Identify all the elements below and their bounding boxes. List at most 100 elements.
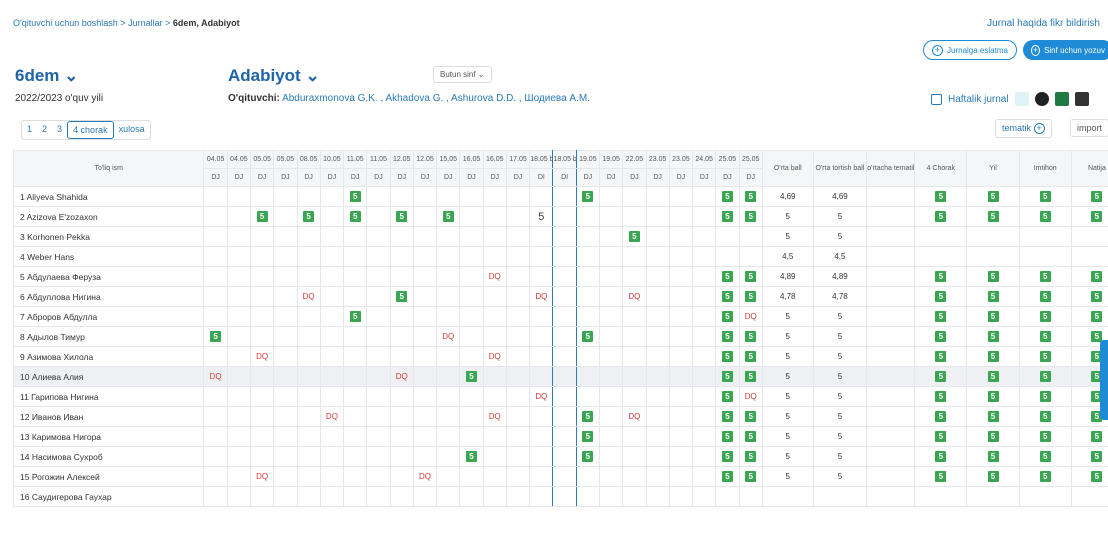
grade-cell[interactable] [668,346,694,367]
student-name[interactable]: 2 Azizova E'zozaxon [12,206,205,227]
grade-cell[interactable]: DQ [482,266,507,287]
grade-cell[interactable] [203,426,228,447]
grade-cell[interactable] [459,426,484,447]
grade-cell[interactable] [622,386,647,407]
grade-cell[interactable] [645,346,670,367]
grade-cell[interactable] [598,226,624,247]
grade-cell[interactable] [203,346,228,367]
grade-cell[interactable] [273,366,298,387]
grade-cell[interactable]: 5 [343,306,368,327]
grade-cell[interactable] [319,346,345,367]
final-cell[interactable] [914,246,968,267]
grade-cell[interactable] [203,246,228,267]
final-cell[interactable]: 5 [914,446,968,467]
grade-cell[interactable] [505,426,531,447]
group-select[interactable]: Butun sinf ⌄ [433,66,492,83]
grade-cell[interactable] [249,286,275,307]
grade-cell[interactable] [459,246,484,267]
grade-cell[interactable] [249,446,275,467]
grade-cell[interactable] [529,486,554,507]
grade-cell[interactable] [482,286,507,307]
grade-cell[interactable] [692,266,717,287]
grade-cell[interactable] [645,206,670,227]
final-cell[interactable]: 5 [1018,326,1072,347]
grade-cell[interactable] [436,266,461,287]
grade-cell[interactable] [319,206,345,227]
grade-cell[interactable] [575,346,600,367]
grade-cell[interactable]: 5 [715,286,740,307]
date-header[interactable]: 08.05 [296,150,321,169]
grade-cell[interactable]: 5 [575,426,600,447]
grade-cell[interactable] [529,446,554,467]
grade-cell[interactable] [389,226,414,247]
grade-cell[interactable] [319,186,345,207]
grade-cell[interactable] [436,406,461,427]
grade-cell[interactable] [249,306,275,327]
grade-cell[interactable]: DQ [436,326,461,347]
final-cell[interactable]: 5 [1018,286,1072,307]
grade-cell[interactable] [319,466,345,487]
grade-cell[interactable]: DQ [249,466,275,487]
grade-cell[interactable] [366,446,391,467]
grade-cell[interactable] [366,426,391,447]
grade-cell[interactable] [389,486,414,507]
grade-cell[interactable] [366,406,391,427]
grade-cell[interactable] [436,226,461,247]
grade-cell[interactable] [645,406,670,427]
grade-cell[interactable] [319,446,345,467]
grade-cell[interactable] [692,406,717,427]
grade-cell[interactable] [296,326,321,347]
grade-cell[interactable]: 5 [203,326,228,347]
grade-cell[interactable] [203,306,228,327]
date-header[interactable]: 16.05 [482,150,507,169]
final-cell[interactable]: 5 [1070,286,1108,307]
grade-cell[interactable] [622,446,647,467]
grade-cell[interactable] [575,206,600,227]
tematik-button[interactable]: tematik + [995,119,1052,138]
grade-cell[interactable] [249,226,275,247]
final-cell[interactable]: 5 [914,386,968,407]
grade-cell[interactable] [598,346,624,367]
grade-cell[interactable] [482,206,507,227]
grade-cell[interactable] [273,186,298,207]
final-cell[interactable]: 5 [914,206,968,227]
grade-cell[interactable]: 5 [738,366,763,387]
grade-cell[interactable]: 5 [715,446,740,467]
grade-cell[interactable] [436,346,461,367]
grade-cell[interactable] [692,386,717,407]
grade-cell[interactable] [459,326,484,347]
tab-quarter-4[interactable]: 4 chorak [67,121,114,139]
final-cell[interactable]: 5 [966,266,1020,287]
student-name[interactable]: 5 Абдулаева Феруза [12,266,205,287]
grade-cell[interactable] [226,466,252,487]
grade-cell[interactable] [319,226,345,247]
grade-cell[interactable] [482,226,507,247]
grade-cell[interactable] [273,326,298,347]
grade-cell[interactable] [692,286,717,307]
student-name[interactable]: 8 Адылов Тимур [12,326,205,347]
subject-select[interactable]: Adabiyot ⌄ [228,66,320,86]
student-name[interactable]: 13 Каримова Нигора [12,426,205,447]
grade-cell[interactable] [389,306,414,327]
grade-cell[interactable] [459,346,484,367]
grade-cell[interactable] [366,346,391,367]
grade-cell[interactable] [692,186,717,207]
grade-cell[interactable] [598,206,624,227]
grade-cell[interactable] [412,386,438,407]
final-cell[interactable] [914,486,968,507]
grade-cell[interactable] [389,426,414,447]
grade-cell[interactable] [343,226,368,247]
grade-cell[interactable] [389,406,414,427]
final-cell[interactable]: 5 [1070,206,1108,227]
grade-cell[interactable] [529,226,554,247]
import-button[interactable]: import [1070,119,1108,137]
grade-cell[interactable] [505,346,531,367]
grade-cell[interactable] [273,286,298,307]
final-cell[interactable] [1070,226,1108,247]
final-cell[interactable]: 5 [914,266,968,287]
grade-cell[interactable] [482,426,507,447]
grade-cell[interactable] [226,286,252,307]
grade-cell[interactable] [203,386,228,407]
grade-cell[interactable] [412,326,438,347]
grade-cell[interactable] [692,466,717,487]
